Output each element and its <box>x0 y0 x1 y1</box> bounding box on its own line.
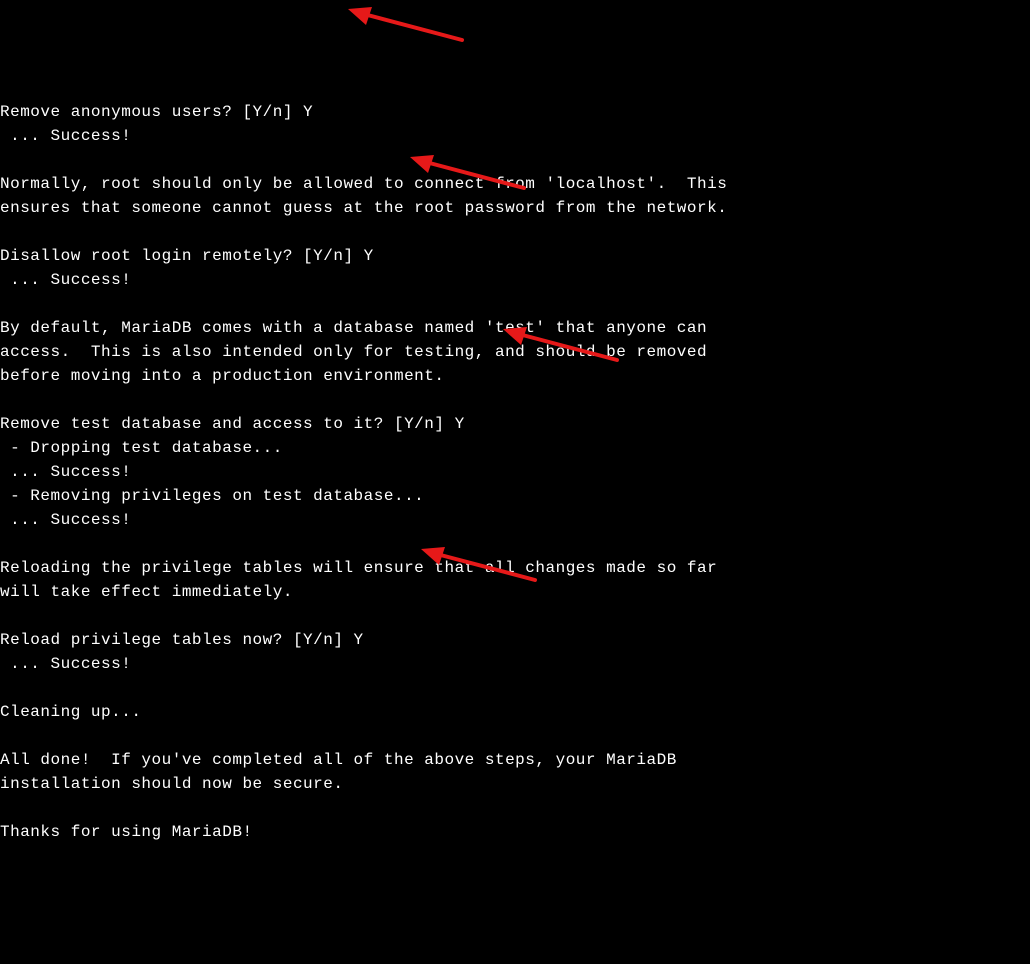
terminal-line: ... Success! <box>0 268 1030 292</box>
terminal-line <box>0 532 1030 556</box>
terminal-line <box>0 676 1030 700</box>
terminal-line: Disallow root login remotely? [Y/n] Y <box>0 244 1030 268</box>
terminal-line: By default, MariaDB comes with a databas… <box>0 316 1030 340</box>
terminal-line <box>0 148 1030 172</box>
annotation-arrow-icon <box>342 0 472 48</box>
terminal-line: All done! If you've completed all of the… <box>0 748 1030 772</box>
terminal-line: ... Success! <box>0 460 1030 484</box>
terminal-line <box>0 292 1030 316</box>
terminal-line <box>0 604 1030 628</box>
terminal-line: access. This is also intended only for t… <box>0 340 1030 364</box>
terminal-line: Thanks for using MariaDB! <box>0 820 1030 844</box>
terminal-line: ... Success! <box>0 508 1030 532</box>
terminal-line: Normally, root should only be allowed to… <box>0 172 1030 196</box>
terminal-line: installation should now be secure. <box>0 772 1030 796</box>
terminal-line: ... Success! <box>0 652 1030 676</box>
terminal-line: Remove test database and access to it? [… <box>0 412 1030 436</box>
terminal-line: before moving into a production environm… <box>0 364 1030 388</box>
terminal-line: - Dropping test database... <box>0 436 1030 460</box>
terminal-line: will take effect immediately. <box>0 580 1030 604</box>
terminal-output: Remove anonymous users? [Y/n] Y ... Succ… <box>0 100 1030 844</box>
terminal-line: Reload privilege tables now? [Y/n] Y <box>0 628 1030 652</box>
terminal-line: Cleaning up... <box>0 700 1030 724</box>
terminal-line: Reloading the privilege tables will ensu… <box>0 556 1030 580</box>
terminal-line <box>0 220 1030 244</box>
terminal-line: ensures that someone cannot guess at the… <box>0 196 1030 220</box>
terminal-line: Remove anonymous users? [Y/n] Y <box>0 100 1030 124</box>
terminal-line <box>0 724 1030 748</box>
terminal-line <box>0 388 1030 412</box>
terminal-line <box>0 796 1030 820</box>
terminal-line: - Removing privileges on test database..… <box>0 484 1030 508</box>
terminal-line: ... Success! <box>0 124 1030 148</box>
